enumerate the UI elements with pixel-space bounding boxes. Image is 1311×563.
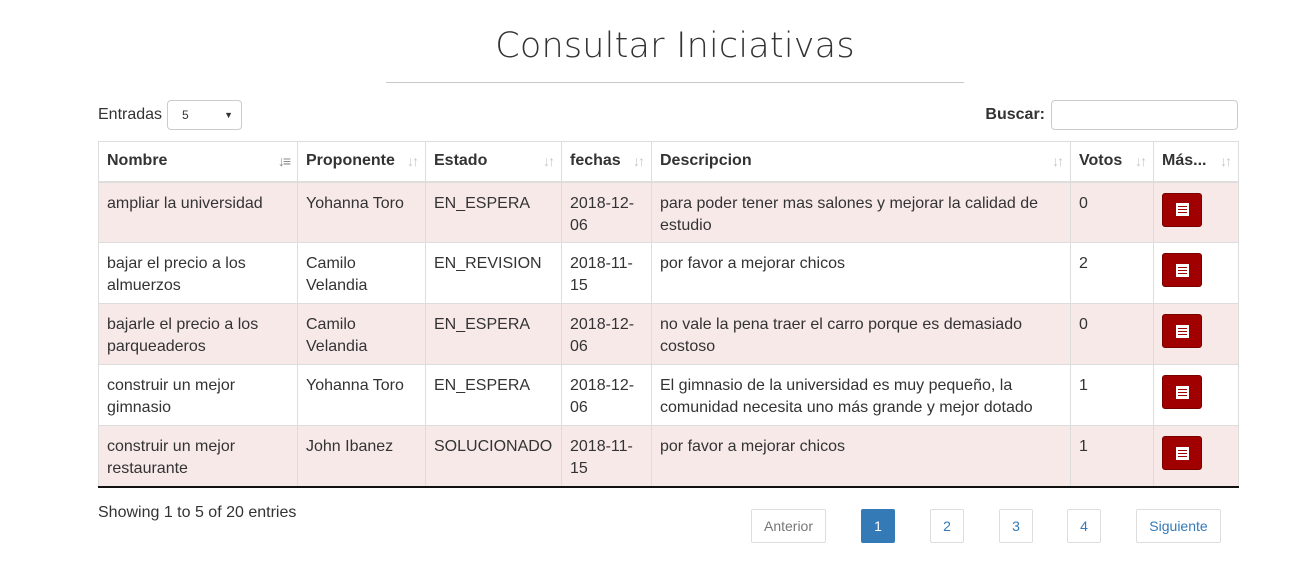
search-control: Buscar:: [985, 100, 1238, 130]
cell-mas: [1153, 364, 1239, 426]
column-header-fechas[interactable]: fechas ↓↑: [561, 141, 652, 183]
sort-ascending-icon: ↓≡: [277, 153, 291, 170]
column-label: fechas: [570, 152, 621, 170]
cell-mas: [1153, 425, 1239, 488]
table-row: construir un mejor restaurante John Iban…: [98, 425, 1239, 488]
chevron-down-icon: ▼: [224, 110, 234, 120]
search-label: Buscar:: [985, 106, 1045, 123]
column-header-mas[interactable]: Más... ↓↑: [1153, 141, 1239, 183]
cell-estado: EN_ESPERA: [425, 303, 562, 365]
column-label: Descripcion: [660, 152, 752, 170]
search-input[interactable]: [1051, 100, 1238, 130]
cell-fecha: 2018-12-06: [561, 364, 652, 426]
cell-estado: EN_ESPERA: [425, 364, 562, 426]
column-header-descripcion[interactable]: Descripcion ↓↑: [651, 141, 1071, 183]
entries-value: 5: [182, 108, 189, 122]
cell-descripcion: El gimnasio de la universidad es muy peq…: [651, 364, 1071, 426]
cell-nombre: bajarle el precio a los parqueaderos: [98, 303, 298, 365]
list-alt-icon: [1175, 385, 1189, 399]
sort-icon: ↓↑: [1052, 153, 1064, 170]
details-button[interactable]: [1162, 253, 1202, 287]
table-info: Showing 1 to 5 of 20 entries: [98, 504, 297, 521]
page-button-3[interactable]: 3: [999, 509, 1033, 543]
entries-select[interactable]: 5 ▼: [167, 100, 243, 130]
sort-icon: ↓↑: [407, 153, 419, 170]
sort-icon: ↓↑: [1135, 153, 1147, 170]
sort-icon: ↓↑: [633, 153, 645, 170]
next-page-button[interactable]: Siguiente: [1136, 509, 1221, 543]
cell-proponente: John Ibanez: [297, 425, 426, 488]
cell-nombre: construir un mejor restaurante: [98, 425, 298, 488]
cell-nombre: construir un mejor gimnasio: [98, 364, 298, 426]
list-alt-icon: [1175, 324, 1189, 338]
cell-fecha: 2018-12-06: [561, 181, 652, 243]
cell-mas: [1153, 303, 1239, 365]
list-alt-icon: [1175, 446, 1189, 460]
entries-control: Entradas 5 ▼: [98, 100, 243, 130]
column-header-nombre[interactable]: Nombre ↓≡: [98, 141, 298, 183]
cell-proponente: Camilo Velandia: [297, 303, 426, 365]
cell-proponente: Yohanna Toro: [297, 181, 426, 243]
cell-fecha: 2018-11-15: [561, 242, 652, 304]
cell-nombre: bajar el precio a los almuerzos: [98, 242, 298, 304]
column-label: Proponente: [306, 152, 395, 170]
cell-descripcion: no vale la pena traer el carro porque es…: [651, 303, 1071, 365]
cell-fecha: 2018-11-15: [561, 425, 652, 488]
cell-descripcion: por favor a mejorar chicos: [651, 242, 1071, 304]
column-header-proponente[interactable]: Proponente ↓↑: [297, 141, 426, 183]
column-label: Más...: [1162, 152, 1207, 170]
sort-icon: ↓↑: [1220, 153, 1232, 170]
details-button[interactable]: [1162, 375, 1202, 409]
table-row: bajarle el precio a los parqueaderos Cam…: [98, 303, 1239, 365]
cell-votos: 0: [1070, 303, 1154, 365]
cell-descripcion: para poder tener mas salones y mejorar l…: [651, 181, 1071, 243]
table-row: ampliar la universidad Yohanna Toro EN_E…: [98, 181, 1239, 243]
list-alt-icon: [1175, 203, 1189, 216]
column-label: Votos: [1079, 152, 1123, 170]
list-alt-icon: [1175, 263, 1189, 277]
table-row: bajar el precio a los almuerzos Camilo V…: [98, 242, 1239, 304]
cell-estado: EN_ESPERA: [425, 181, 562, 243]
cell-nombre: ampliar la universidad: [98, 181, 298, 243]
table-header-row: Nombre ↓≡ Proponente ↓↑ Estado ↓↑ fechas…: [98, 141, 1239, 183]
previous-page-button[interactable]: Anterior: [751, 509, 826, 543]
cell-estado: EN_REVISION: [425, 242, 562, 304]
title-divider: [386, 82, 964, 83]
details-button[interactable]: [1162, 436, 1202, 470]
cell-proponente: Camilo Velandia: [297, 242, 426, 304]
details-button[interactable]: [1162, 192, 1202, 227]
cell-estado: SOLUCIONADO: [425, 425, 562, 488]
cell-votos: 2: [1070, 242, 1154, 304]
table-row: construir un mejor gimnasio Yohanna Toro…: [98, 364, 1239, 426]
cell-descripcion: por favor a mejorar chicos: [651, 425, 1071, 488]
column-label: Estado: [434, 152, 488, 170]
column-header-votos[interactable]: Votos ↓↑: [1070, 141, 1154, 183]
cell-fecha: 2018-12-06: [561, 303, 652, 365]
page-title: Consultar Iniciativas: [495, 26, 855, 66]
page-button-4[interactable]: 4: [1067, 509, 1101, 543]
entries-label: Entradas: [98, 106, 163, 123]
column-header-estado[interactable]: Estado ↓↑: [425, 141, 562, 183]
cell-votos: 0: [1070, 181, 1154, 243]
cell-mas: [1153, 181, 1239, 243]
page-button-2[interactable]: 2: [930, 509, 964, 543]
details-button[interactable]: [1162, 314, 1202, 348]
column-label: Nombre: [107, 152, 168, 170]
cell-votos: 1: [1070, 364, 1154, 426]
cell-votos: 1: [1070, 425, 1154, 488]
initiatives-table: Nombre ↓≡ Proponente ↓↑ Estado ↓↑ fechas…: [98, 141, 1239, 488]
cell-mas: [1153, 242, 1239, 304]
cell-proponente: Yohanna Toro: [297, 364, 426, 426]
page-button-1[interactable]: 1: [861, 509, 895, 543]
sort-icon: ↓↑: [543, 153, 555, 170]
